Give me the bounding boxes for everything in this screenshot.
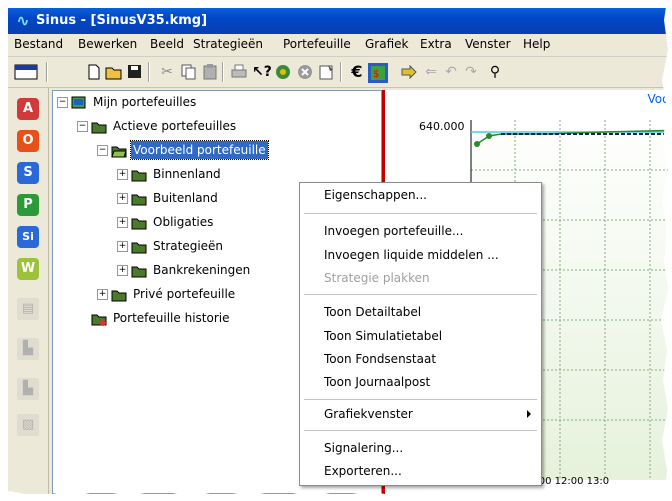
torn-edge-right [661,0,672,501]
save-icon[interactable] [125,63,143,81]
strategy-icon[interactable] [274,63,292,81]
menu-item-signaling[interactable]: Signalering... [324,438,403,458]
open-folder-icon [111,144,127,158]
menu-beeld[interactable]: Beeld [148,37,186,51]
window-title: Sinus - [SinusV35.kmg] [36,13,208,28]
sidebar-button-w-icon[interactable]: W [17,258,39,280]
sidebar-button-a-icon[interactable]: A [17,98,39,120]
menu-item-simulation-table[interactable]: Toon Simulatietabel [324,326,442,346]
collapse-root-icon[interactable]: − [57,97,68,108]
window-layout-icon[interactable] [14,63,38,81]
tree-item-buitenland[interactable]: Buitenland [131,189,220,207]
sidebar-button-si-icon[interactable]: Si [17,226,39,248]
sidebar-button-p-icon[interactable]: P [17,194,39,216]
cut-icon[interactable]: ✂ [158,63,176,81]
y-axis-label: 640.000 [419,120,465,133]
collapse-example-icon[interactable]: − [97,145,108,156]
menu-item-chart-window[interactable]: Grafiekvenster [324,404,413,424]
folder-icon [131,240,147,254]
submenu-arrow-icon [527,410,531,418]
stop-icon[interactable] [296,63,314,81]
menu-bewerken[interactable]: Bewerken [76,37,139,51]
print-icon[interactable] [230,63,248,81]
paste-icon[interactable] [201,63,219,81]
menu-item-properties[interactable]: Eigenschappen... [324,185,427,205]
menu-item-insert-portfolio[interactable]: Invoegen portefeuille... [324,221,463,241]
menu-grafiek[interactable]: Grafiek [363,37,410,51]
expand-icon[interactable]: + [117,265,128,276]
title-bar: ∿ Sinus - [SinusV35.kmg] [8,8,672,34]
search-icon[interactable]: ⚲ [486,63,504,81]
tree-item-strategieen[interactable]: Strategieën [131,237,225,255]
menu-item-fund-status[interactable]: Toon Fondsenstaat [324,349,436,369]
tree-item-private[interactable]: Privé portefeuille [111,285,237,303]
back-icon[interactable]: ⇐ [422,63,440,81]
expand-icon[interactable]: + [117,193,128,204]
menu-help[interactable]: Help [521,37,552,51]
help-pointer-icon[interactable]: ↖? [252,63,272,81]
menu-item-detail-table[interactable]: Toon Detailtabel [324,302,421,322]
copy-icon[interactable] [179,63,197,81]
menu-bar: Bestand Bewerken Beeld Strategieën Porte… [8,34,672,57]
portfolios-icon [71,96,87,110]
sidebar-chart-icon-2[interactable]: ▙ [17,378,39,400]
folder-icon [131,216,147,230]
menu-item-insert-liquid[interactable]: Invoegen liquide middelen ... [324,245,499,265]
expand-icon[interactable]: + [117,217,128,228]
svg-text:$: $ [373,69,379,80]
menu-bestand[interactable]: Bestand [12,37,65,51]
left-toolbar: A O S P Si W ▤ ▙ ▙ ▧ [8,88,49,494]
context-menu: Eigenschappen... Invoegen portefeuille..… [299,182,542,486]
sidebar-chart-icon-1[interactable]: ▙ [17,338,39,360]
expand-icon[interactable]: + [97,289,108,300]
history-folder-icon [91,312,107,326]
sidebar-properties-icon[interactable]: ▤ [17,298,39,320]
redo-icon[interactable]: ↷ [462,63,480,81]
folder-icon [111,288,127,302]
menu-item-paste-strategy[interactable]: Strategie plakken [324,268,430,288]
folder-icon [131,192,147,206]
menu-portefeuille[interactable]: Portefeuille [281,37,353,51]
sidebar-button-o-icon[interactable]: O [17,130,39,152]
undo-icon[interactable]: ↶ [442,63,460,81]
torn-edge-bottom [0,490,672,501]
folder-icon [131,168,147,182]
tree-item-bankrekeningen[interactable]: Bankrekeningen [131,261,252,279]
app-window: ∿ Sinus - [SinusV35.kmg] Bestand Bewerke… [8,8,672,494]
collapse-active-icon[interactable]: − [77,121,88,132]
folder-icon [131,264,147,278]
forward-icon[interactable] [400,63,418,81]
tree-item-selected[interactable]: Voorbeeld portefeuille [111,140,269,160]
tree-item-binnenland[interactable]: Binnenland [131,165,223,183]
sidebar-button-s-icon[interactable]: S [17,162,39,184]
properties-icon[interactable] [318,63,336,81]
menu-item-export[interactable]: Exporteren... [324,461,402,481]
menu-strategieen[interactable]: Strategieën [191,37,265,51]
tree-item-history[interactable]: Portefeuille historie [91,309,231,327]
expand-icon[interactable]: + [117,241,128,252]
tree-item-root[interactable]: Mijn portefeuilles [71,93,198,111]
menu-extra[interactable]: Extra [418,37,454,51]
new-file-icon[interactable] [85,63,103,81]
open-folder-icon[interactable] [105,63,123,81]
sinus-logo-icon: ∿ [16,11,30,30]
tree-item-active[interactable]: Actieve portefeuilles [91,117,238,135]
currency-icon[interactable]: € [348,63,366,81]
toolbar: ✂ ↖? € $ ⇐ ↶ ↷ ⚲ [8,57,672,88]
sidebar-export-icon[interactable]: ▧ [17,414,39,436]
tree-item-obligaties[interactable]: Obligaties [131,213,215,231]
folder-icon [91,120,107,134]
currency-converter-icon[interactable]: $ [368,63,388,83]
menu-venster[interactable]: Venster [463,37,513,51]
expand-icon[interactable]: + [117,169,128,180]
menu-item-journal[interactable]: Toon Journaalpost [324,372,430,392]
